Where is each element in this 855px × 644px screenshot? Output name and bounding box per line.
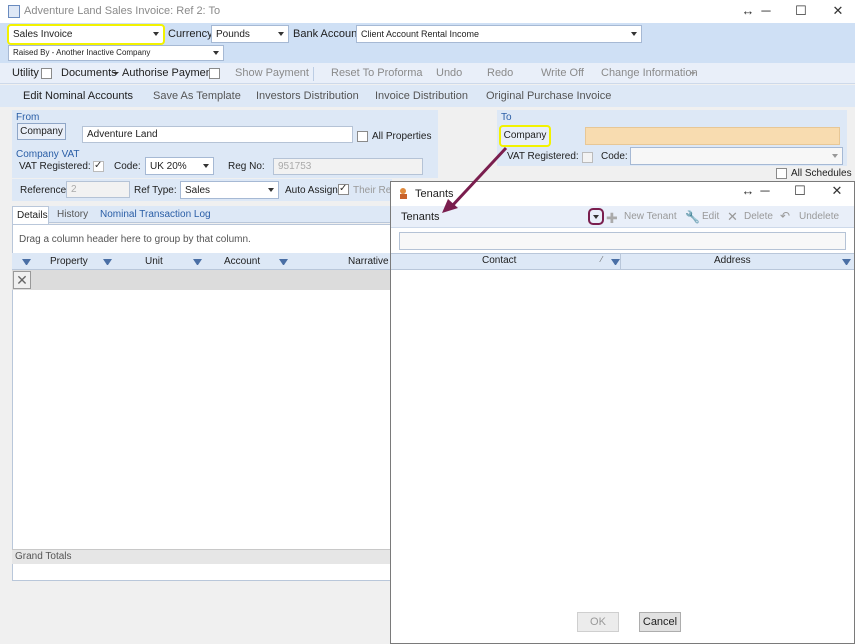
annotation-arrow xyxy=(442,146,508,213)
